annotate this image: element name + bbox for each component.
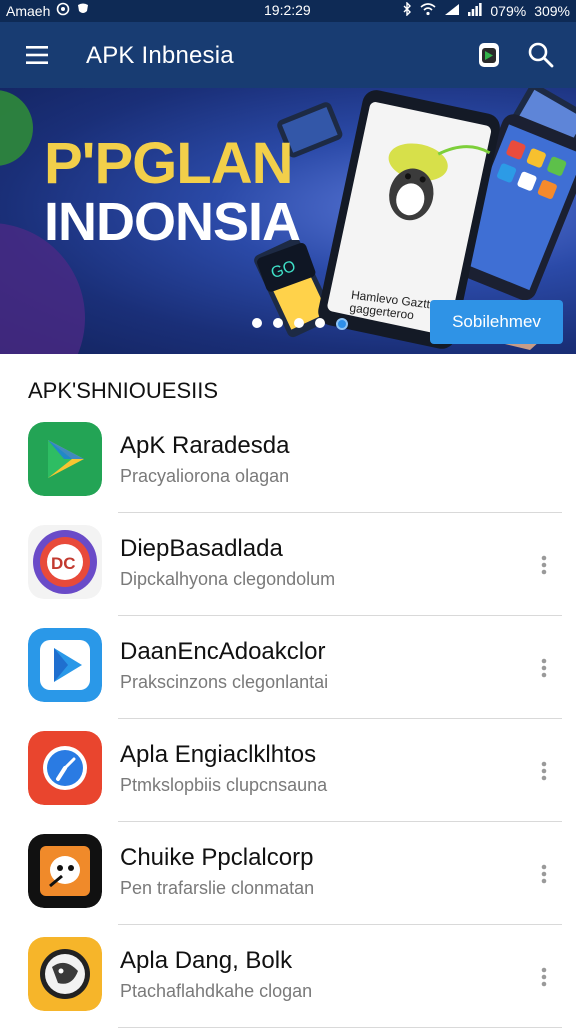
app-subtitle: Ptmkslopbiis clupcnsauna <box>120 775 328 795</box>
play-store-icon <box>28 422 102 496</box>
carousel-indicator <box>252 318 348 330</box>
carousel-dot[interactable] <box>315 318 325 328</box>
battery-percent-2: 309% <box>534 2 570 19</box>
banner-cta-button[interactable]: Sobilehmev <box>430 300 563 344</box>
app-name: Chuike Ppclalcorp <box>120 844 314 871</box>
app-name: Apla Dang, Bolk <box>120 947 293 974</box>
carousel-dot[interactable] <box>273 318 283 328</box>
more-vert-icon[interactable] <box>534 553 554 577</box>
carrier-label: Amaeh <box>6 2 51 19</box>
list-item[interactable]: Apla Dang, Bolk Ptachaflahdkahe clogan <box>0 925 576 1028</box>
app-subtitle: Pen trafarslie clonmatan <box>120 878 315 898</box>
clock: 19:2:29 <box>264 2 311 18</box>
carousel-dot[interactable] <box>294 318 304 328</box>
app-name: DiepBasadlada <box>120 535 283 562</box>
app-name: DaanEncAdoakclor <box>120 638 326 665</box>
app-subtitle: Prakscinzons clegonlantai <box>120 672 329 692</box>
carousel-dot[interactable] <box>252 318 262 328</box>
apk-app-icon[interactable] <box>476 41 502 69</box>
list-item[interactable]: DC DiepBasadlada Dipckalhyona clegondolu… <box>0 513 576 616</box>
search-icon[interactable] <box>526 40 556 70</box>
more-vert-icon[interactable] <box>534 965 554 989</box>
wifi-icon <box>420 2 436 19</box>
hamburger-menu-icon[interactable] <box>22 42 56 68</box>
section-header: APK'SHNIOUESIIS <box>28 378 219 403</box>
carousel-dot-active[interactable] <box>336 318 348 330</box>
svg-text:DC: DC <box>51 554 76 573</box>
signal-icon <box>444 3 460 19</box>
app-subtitle: Pracyaliorona olagan <box>120 466 290 486</box>
mascot-icon <box>28 834 102 908</box>
play-triangle-icon <box>28 628 102 702</box>
more-vert-icon[interactable] <box>534 759 554 783</box>
signal-bars-icon <box>468 2 482 19</box>
list-item[interactable]: ApK Raradesda Pracyaliorona olagan <box>0 410 576 513</box>
badge-icon <box>28 937 102 1011</box>
app-bar: APK Inbnesia <box>0 22 576 88</box>
list-item[interactable]: Apla Engiaclklhtos Ptmkslopbiis clupcnsa… <box>0 719 576 822</box>
list-item[interactable]: DaanEncAdoakclor Prakscinzons clegonlant… <box>0 616 576 719</box>
app-title: APK Inbnesia <box>86 42 234 69</box>
clock-icon <box>28 731 102 805</box>
list-item[interactable]: Chuike Ppclalcorp Pen trafarslie clonmat… <box>0 822 576 925</box>
bluetooth-icon <box>402 1 412 19</box>
app-name: Apla Engiaclklhtos <box>120 741 317 768</box>
banner-title-line1: P'PGLAN <box>44 131 293 196</box>
more-vert-icon[interactable] <box>534 862 554 886</box>
more-vert-icon[interactable] <box>534 656 554 680</box>
app-subtitle: Dipckalhyona clegondolum <box>120 569 336 589</box>
app-subtitle: Ptachaflahdkahe clogan <box>120 981 313 1001</box>
app-list: ApK Raradesda Pracyaliorona olagan DC Di… <box>0 410 576 1028</box>
shield-icon <box>76 2 90 19</box>
app-name: ApK Raradesda <box>120 432 290 459</box>
circle-logo-icon: DC <box>28 525 102 599</box>
status-bar: Amaeh 19:2:29 079% 309% <box>0 0 576 22</box>
notification-icon <box>56 2 70 19</box>
battery-percent-1: 079% <box>490 2 527 19</box>
banner-title-line2: INDONSIA <box>44 192 301 252</box>
